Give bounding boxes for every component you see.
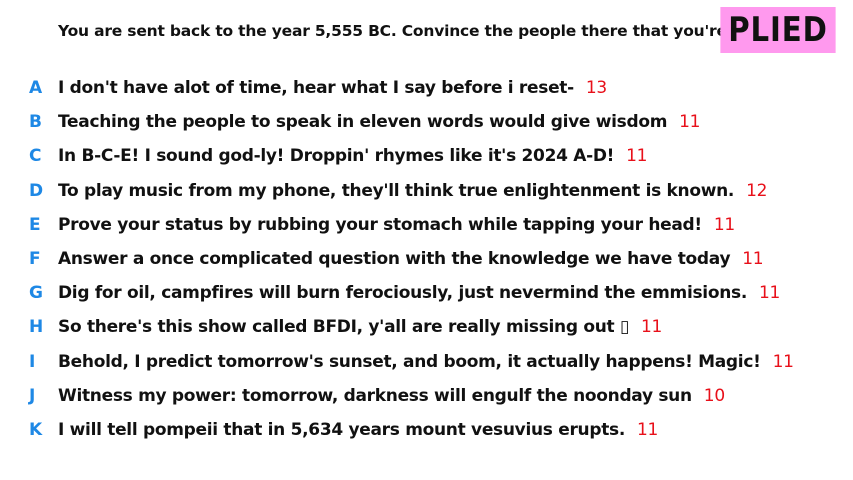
answer-row-k: K I will tell pompeii that in 5,634 year… — [0, 413, 853, 447]
answer-row-i: I Behold, I predict tomorrow's sunset, a… — [0, 345, 853, 379]
answer-text: I don't have alot of time, hear what I s… — [58, 78, 574, 99]
answer-text-wrap: Answer a once complicated question with … — [58, 249, 764, 270]
answer-text: To play music from my phone, they'll thi… — [58, 180, 735, 201]
answer-score: 11 — [713, 214, 735, 235]
answer-row-b: B Teaching the people to speak in eleven… — [0, 105, 853, 139]
answer-text: I will tell pompeii that in 5,634 years … — [58, 419, 626, 440]
answer-row-e: E Prove your status by rubbing your stom… — [0, 208, 853, 242]
answer-letter: C — [29, 146, 42, 167]
answer-letter: F — [29, 249, 41, 270]
answer-text: Witness my power: tomorrow, darkness wil… — [58, 385, 692, 406]
answer-list: A I don't have alot of time, hear what I… — [0, 71, 853, 447]
answer-score: 11 — [758, 283, 781, 304]
answer-row-h: H So there's this show called BFDI, y'al… — [0, 310, 853, 344]
answer-letter: H — [29, 317, 44, 338]
prompt-text: You are sent back to the year 5,555 BC. … — [58, 22, 786, 40]
answer-score: 13 — [585, 78, 607, 99]
answer-letter: D — [29, 180, 44, 201]
answer-row-a: A I don't have alot of time, hear what I… — [0, 71, 853, 105]
answer-text-wrap: Dig for oil, campfires will burn ferocio… — [58, 283, 780, 303]
answer-row-c: C In B-C-E! I sound god-ly! Droppin' rhy… — [0, 139, 853, 173]
answer-score: 11 — [641, 317, 663, 338]
answer-text-wrap: Behold, I predict tomorrow's sunset, and… — [58, 352, 794, 372]
answer-row-j: J Witness my power: tomorrow, darkness w… — [0, 379, 853, 413]
answer-text: Teaching the people to speak in eleven w… — [58, 112, 668, 133]
answer-letter: I — [29, 351, 36, 372]
answer-score: 11 — [637, 419, 659, 440]
answer-letter: G — [29, 283, 43, 304]
answer-text-wrap: I don't have alot of time, hear what I s… — [58, 78, 607, 98]
answer-text: Prove your status by rubbing your stomac… — [58, 214, 702, 235]
answer-row-d: D To play music from my phone, they'll t… — [0, 174, 853, 208]
answer-text-wrap: Teaching the people to speak in eleven w… — [58, 112, 701, 133]
status-badge: PLIED — [720, 7, 836, 53]
answer-text: So there's this show called BFDI, y'all … — [58, 317, 630, 338]
answer-text: In B-C-E! I sound god-ly! Droppin' rhyme… — [58, 146, 615, 167]
answer-text-wrap: Witness my power: tomorrow, darkness wil… — [58, 386, 725, 406]
answer-letter: K — [29, 419, 43, 440]
answer-score: 11 — [626, 146, 648, 167]
answer-score: 11 — [742, 249, 764, 270]
answer-row-f: F Answer a once complicated question wit… — [0, 242, 853, 276]
answer-text-wrap: To play music from my phone, they'll thi… — [58, 181, 767, 201]
answer-score: 10 — [703, 385, 725, 406]
answer-text: Dig for oil, campfires will burn ferocio… — [58, 283, 747, 304]
answer-text-wrap: So there's this show called BFDI, y'all … — [58, 317, 662, 337]
answer-text: Answer a once complicated question with … — [58, 249, 731, 270]
answer-text-wrap: I will tell pompeii that in 5,634 years … — [58, 420, 658, 440]
answer-score: 11 — [772, 351, 794, 372]
answer-score: 11 — [679, 112, 701, 133]
answer-letter: E — [29, 214, 41, 235]
answer-letter: A — [29, 78, 43, 99]
answer-text-wrap: In B-C-E! I sound god-ly! Droppin' rhyme… — [58, 146, 647, 166]
answer-letter: B — [29, 112, 42, 133]
answer-row-g: G Dig for oil, campfires will burn feroc… — [0, 276, 853, 310]
answer-score: 12 — [746, 180, 768, 201]
answer-letter: J — [29, 385, 36, 406]
answer-text: Behold, I predict tomorrow's sunset, and… — [58, 351, 761, 372]
answer-text-wrap: Prove your status by rubbing your stomac… — [58, 215, 735, 235]
